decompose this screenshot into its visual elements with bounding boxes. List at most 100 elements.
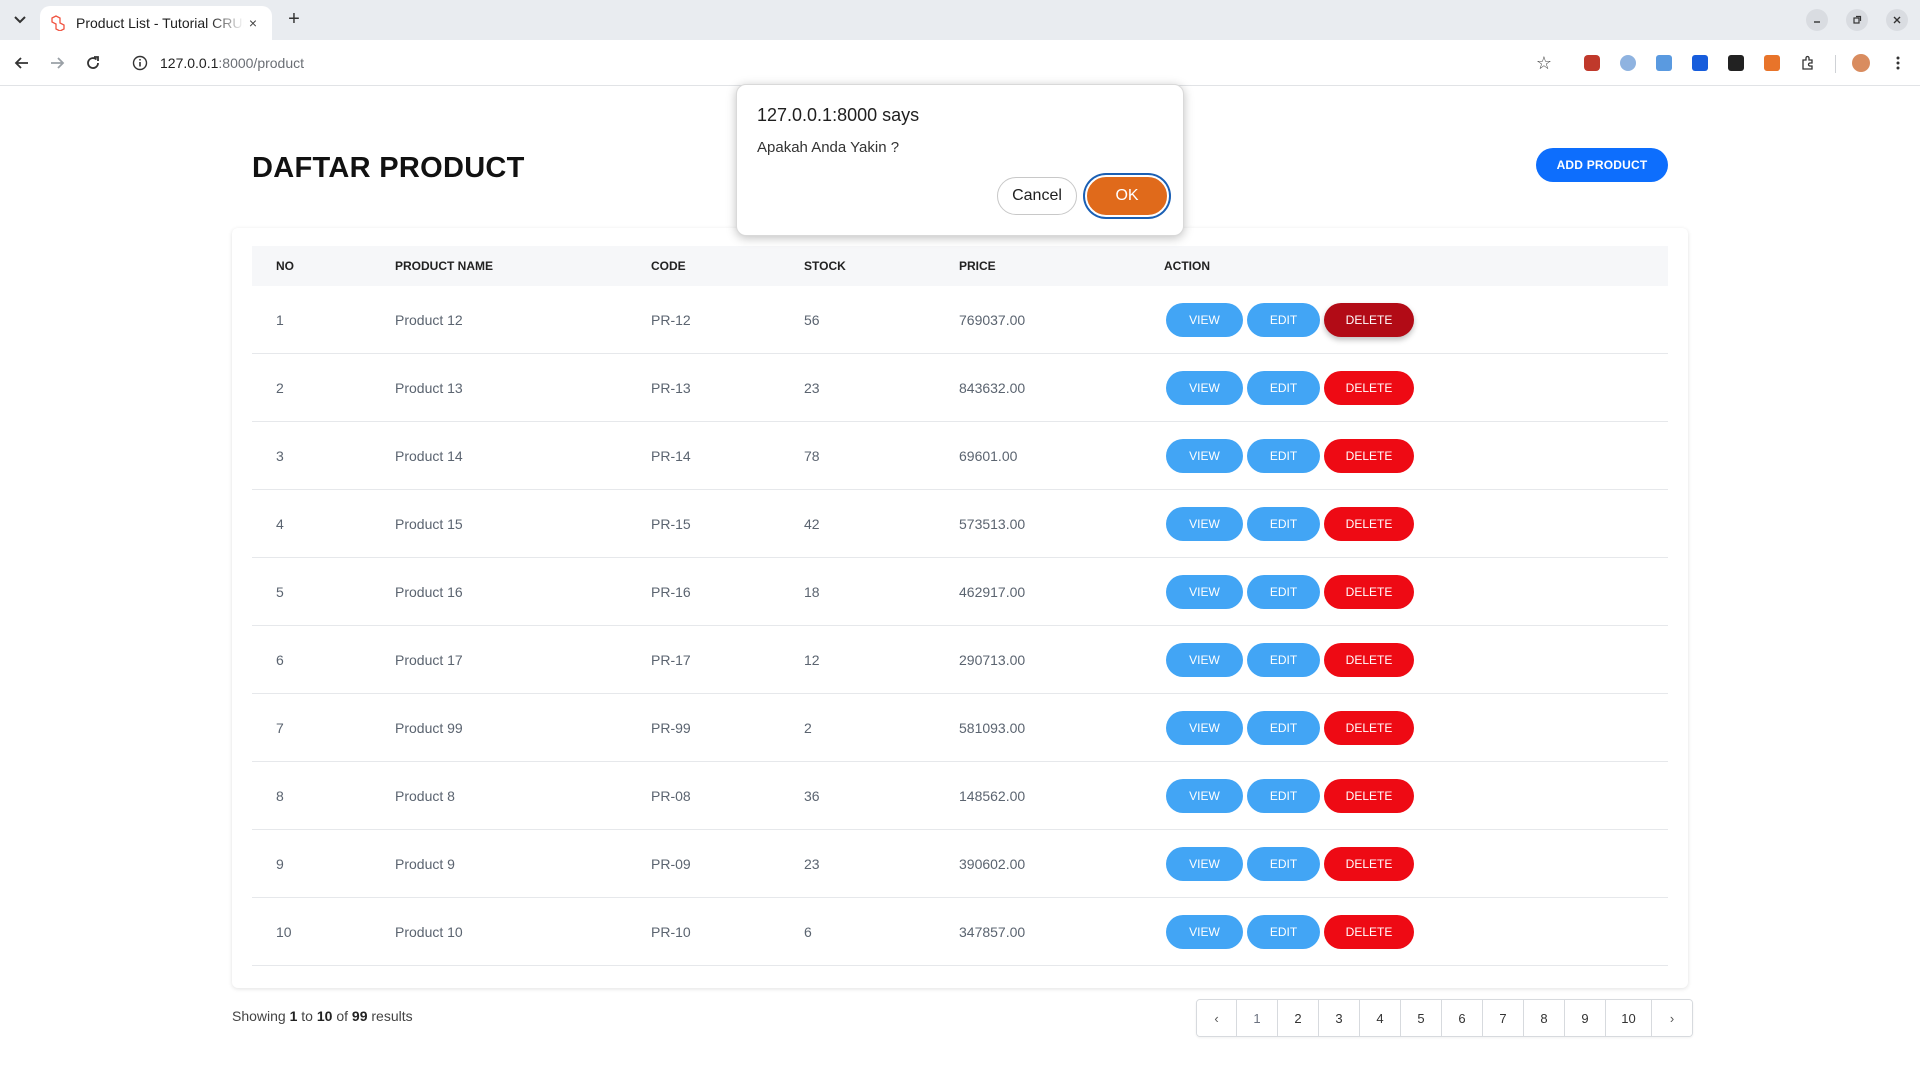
dialog-ok-button[interactable]: OK [1085,175,1169,217]
cell-stock: 12 [804,652,820,668]
edit-button[interactable]: EDIT [1247,371,1320,405]
pagination-page-9[interactable]: 9 [1565,1000,1606,1036]
row-actions: VIEW EDIT DELETE [1166,371,1414,405]
extension-document-icon[interactable] [1656,55,1672,71]
cell-code: PR-15 [651,516,691,532]
view-button[interactable]: VIEW [1166,507,1243,541]
browser-menu-icon[interactable] [1886,51,1910,75]
pagination-prev-icon[interactable]: ‹ [1197,1000,1237,1036]
edit-button[interactable]: EDIT [1247,439,1320,473]
address-bar[interactable]: 127.0.0.1:8000/product [124,47,1564,79]
summary-of-word: of [336,1008,349,1024]
cell-stock: 23 [804,856,820,872]
edit-button[interactable]: EDIT [1247,847,1320,881]
new-tab-button[interactable]: + [282,8,306,32]
bitwarden-extension-icon[interactable] [1692,55,1708,71]
cell-code: PR-08 [651,788,691,804]
cell-product-name: Product 15 [395,516,463,532]
extension-orange-icon[interactable] [1764,55,1780,71]
edit-button[interactable]: EDIT [1247,915,1320,949]
row-actions: VIEW EDIT DELETE [1166,643,1414,677]
view-button[interactable]: VIEW [1166,711,1243,745]
edit-button[interactable]: EDIT [1247,507,1320,541]
ublock-extension-icon[interactable] [1584,55,1600,71]
edit-button[interactable]: EDIT [1247,643,1320,677]
pagination-page-6[interactable]: 6 [1442,1000,1483,1036]
minimize-window-icon[interactable] [1806,9,1828,31]
tab-close-icon[interactable]: × [244,15,262,31]
view-button[interactable]: VIEW [1166,303,1243,337]
delete-button[interactable]: DELETE [1324,371,1414,405]
summary-to: 10 [316,1008,333,1024]
row-actions: VIEW EDIT DELETE [1166,915,1414,949]
delete-button[interactable]: DELETE [1324,439,1414,473]
view-button[interactable]: VIEW [1166,575,1243,609]
table-row: 6 Product 17 PR-17 12 290713.00 VIEW EDIT DELET… [252,626,1668,694]
cell-code: PR-13 [651,380,691,396]
delete-button[interactable]: DELETE [1324,575,1414,609]
restore-window-icon[interactable] [1846,9,1868,31]
profile-avatar[interactable] [1852,54,1870,72]
edit-button[interactable]: EDIT [1247,575,1320,609]
extension-globe-icon[interactable] [1620,55,1636,71]
view-button[interactable]: VIEW [1166,847,1243,881]
view-button[interactable]: VIEW [1166,915,1243,949]
cell-code: PR-09 [651,856,691,872]
view-button[interactable]: VIEW [1166,643,1243,677]
cell-no: 4 [276,516,284,532]
view-button[interactable]: VIEW [1166,371,1243,405]
cell-stock: 78 [804,448,820,464]
view-button[interactable]: VIEW [1166,779,1243,813]
close-window-icon[interactable] [1886,9,1908,31]
forward-arrow-icon[interactable] [45,51,69,75]
pagination-page-4[interactable]: 4 [1360,1000,1401,1036]
edit-button[interactable]: EDIT [1247,779,1320,813]
confirm-dialog: 127.0.0.1:8000 says Apakah Anda Yakin ? … [736,84,1184,236]
pagination-page-5[interactable]: 5 [1401,1000,1442,1036]
notion-extension-icon[interactable] [1728,55,1744,71]
view-button[interactable]: VIEW [1166,439,1243,473]
browser-tab-active[interactable]: Product List - Tutorial CRUD × [40,6,272,40]
summary-from: 1 [289,1008,298,1024]
pagination-next-icon[interactable]: › [1652,1000,1692,1036]
cell-product-name: Product 10 [395,924,463,940]
tab-search-chevron-icon[interactable] [8,8,32,32]
laravel-favicon-icon [50,15,66,31]
cell-product-name: Product 8 [395,788,455,804]
table-row: 7 Product 99 PR-99 2 581093.00 VIEW EDIT DELETE [252,694,1668,762]
pagination-page-1[interactable]: 1 [1237,1000,1278,1036]
cell-price: 462917.00 [959,584,1026,600]
cell-no: 6 [276,652,284,668]
add-product-button[interactable]: ADD PRODUCT [1536,148,1668,182]
summary-total: 99 [351,1008,368,1024]
row-actions: VIEW EDIT DELETE [1166,779,1414,813]
delete-button[interactable]: DELETE [1324,303,1414,337]
extensions-puzzle-icon[interactable] [1796,51,1820,75]
cell-code: PR-14 [651,448,691,464]
row-actions: VIEW EDIT DELETE [1166,575,1414,609]
cell-price: 347857.00 [959,924,1026,940]
cell-price: 69601.00 [959,448,1018,464]
reload-icon[interactable] [81,51,105,75]
delete-button[interactable]: DELETE [1324,711,1414,745]
pagination-page-2[interactable]: 2 [1278,1000,1319,1036]
pagination-page-3[interactable]: 3 [1319,1000,1360,1036]
pagination-page-10[interactable]: 10 [1606,1000,1652,1036]
delete-button[interactable]: DELETE [1324,507,1414,541]
site-info-icon[interactable] [130,53,150,73]
delete-button[interactable]: DELETE [1324,847,1414,881]
back-arrow-icon[interactable] [10,51,34,75]
bookmark-star-icon[interactable]: ☆ [1532,51,1556,75]
delete-button[interactable]: DELETE [1324,915,1414,949]
edit-button[interactable]: EDIT [1247,711,1320,745]
cell-no: 10 [276,924,292,940]
cell-product-name: Product 13 [395,380,463,396]
pagination-page-7[interactable]: 7 [1483,1000,1524,1036]
dialog-cancel-button[interactable]: Cancel [997,177,1077,215]
delete-button[interactable]: DELETE [1324,643,1414,677]
edit-button[interactable]: EDIT [1247,303,1320,337]
cell-no: 8 [276,788,284,804]
table-row: 2 Product 13 PR-13 23 843632.00 VIEW EDIT DELET… [252,354,1668,422]
delete-button[interactable]: DELETE [1324,779,1414,813]
pagination-page-8[interactable]: 8 [1524,1000,1565,1036]
